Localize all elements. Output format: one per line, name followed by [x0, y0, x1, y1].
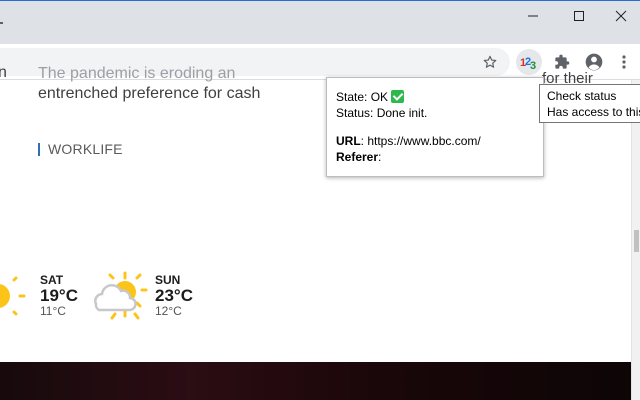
123-extension-icon: 1 2 3 [520, 56, 536, 72]
weather-high: 23°C [155, 286, 193, 305]
extension-tooltip: Check status Has access to this [539, 84, 640, 123]
maximize-icon [574, 11, 584, 21]
section-tag[interactable]: WORKLIFE [38, 141, 123, 157]
tag-accent-bar [38, 142, 40, 156]
star-icon [483, 55, 497, 68]
title-bar [0, 0, 640, 44]
maximize-button[interactable] [556, 0, 602, 32]
url-value: : https://www.bbc.com/ [360, 134, 481, 148]
puzzle-icon [555, 54, 570, 69]
close-button[interactable] [602, 0, 640, 32]
headline-line-2: entrenched preference for cash [38, 85, 261, 102]
bookmark-button[interactable] [478, 50, 502, 74]
sun-icon [0, 276, 26, 316]
close-icon [615, 10, 627, 22]
state-row: State: OK [336, 90, 405, 104]
kebab-menu-icon [622, 55, 626, 69]
weather-low: 11°C [40, 304, 66, 318]
referer-label: Referer [336, 150, 379, 164]
weather-day: SAT [40, 273, 64, 287]
check-status-extension-button[interactable]: 1 2 3 [516, 49, 542, 75]
minimize-icon [528, 15, 538, 17]
green-checkmark-icon [391, 90, 405, 103]
scrollbar-thumb[interactable] [634, 230, 639, 252]
page-scrollbar[interactable] [631, 80, 640, 400]
browser-menu-button[interactable] [614, 49, 634, 75]
url-row: URL: https://www.bbc.com/ [336, 134, 481, 148]
headline-line-1: The pandemic is eroding an [38, 65, 236, 82]
article-headline[interactable]: The pandemic is eroding an entrenched pr… [38, 64, 338, 104]
account-circle-icon [585, 53, 603, 71]
tooltip-line-2: Has access to this [547, 105, 640, 119]
minimize-button[interactable] [510, 0, 556, 32]
weather-day: SUN [155, 273, 181, 287]
tab-strip-fragment [0, 22, 3, 24]
url-label: URL [336, 134, 361, 148]
referer-row: Referer: [336, 150, 381, 164]
weather-low: 12°C [155, 304, 182, 318]
cut-off-text: n [0, 64, 7, 81]
sun-behind-cloud-icon [94, 271, 148, 320]
svg-text:3: 3 [530, 60, 536, 72]
referer-value: : [378, 150, 382, 164]
weather-high: 19°C [40, 286, 78, 305]
tooltip-line-1: Check status [547, 89, 617, 103]
state-text: State: OK [336, 90, 389, 104]
status-text: Status: Done init. [336, 106, 428, 120]
tag-label: WORKLIFE [48, 141, 123, 157]
extension-popup: State: OK Status: Done init. URL: https:… [326, 77, 544, 177]
dark-promo-banner [0, 362, 632, 400]
